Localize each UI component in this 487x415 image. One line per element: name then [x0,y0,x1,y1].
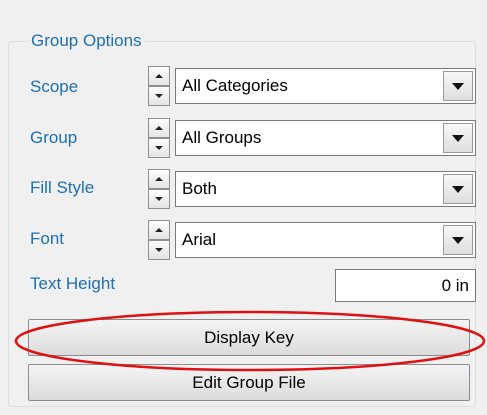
group-options-title: Group Options [28,31,145,51]
scope-dropdown-button[interactable] [443,71,473,101]
fill-style-spinner[interactable] [148,169,170,209]
chevron-down-icon [452,134,464,142]
chevron-down-icon [452,185,464,193]
chevron-down-icon [452,82,464,90]
group-value: All Groups [182,128,262,147]
up-arrow-icon [155,228,163,232]
group-spinner[interactable] [148,118,170,158]
text-height-input[interactable]: 0 in [335,269,476,302]
up-arrow-icon [155,126,163,130]
chevron-down-icon [452,236,464,244]
scope-dropdown[interactable]: All Categories [175,68,476,104]
font-dropdown[interactable]: Arial [175,222,476,258]
edit-group-file-button[interactable]: Edit Group File [28,364,470,401]
font-value: Arial [182,230,217,249]
text-height-label: Text Height [30,274,116,293]
group-dropdown-button[interactable] [443,123,473,153]
scope-spin-down-button[interactable] [148,86,170,106]
font-spin-up-button[interactable] [148,220,170,240]
font-spinner[interactable] [148,220,170,260]
fill-style-label: Fill Style [30,178,95,197]
scope-spinner[interactable] [148,66,170,106]
font-dropdown-button[interactable] [443,225,473,255]
text-height-value: 0 in [441,276,469,295]
down-arrow-icon [155,146,163,150]
fill-style-dropdown-button[interactable] [443,174,473,204]
scope-spin-up-button[interactable] [148,66,170,86]
group-spin-up-button[interactable] [148,118,170,138]
display-key-button[interactable]: Display Key [28,319,470,356]
font-label: Font [30,229,65,248]
fill-style-spin-down-button[interactable] [148,189,170,209]
down-arrow-icon [155,248,163,252]
down-arrow-icon [155,197,163,201]
up-arrow-icon [155,74,163,78]
fill-style-value: Both [182,179,217,198]
fill-style-dropdown[interactable]: Both [175,171,476,207]
fill-style-spin-up-button[interactable] [148,169,170,189]
group-dropdown[interactable]: All Groups [175,120,476,156]
down-arrow-icon [155,94,163,98]
scope-label: Scope [30,77,79,96]
font-spin-down-button[interactable] [148,240,170,260]
up-arrow-icon [155,177,163,181]
group-spin-down-button[interactable] [148,138,170,158]
group-label: Group [30,128,78,147]
scope-value: All Categories [182,76,288,95]
